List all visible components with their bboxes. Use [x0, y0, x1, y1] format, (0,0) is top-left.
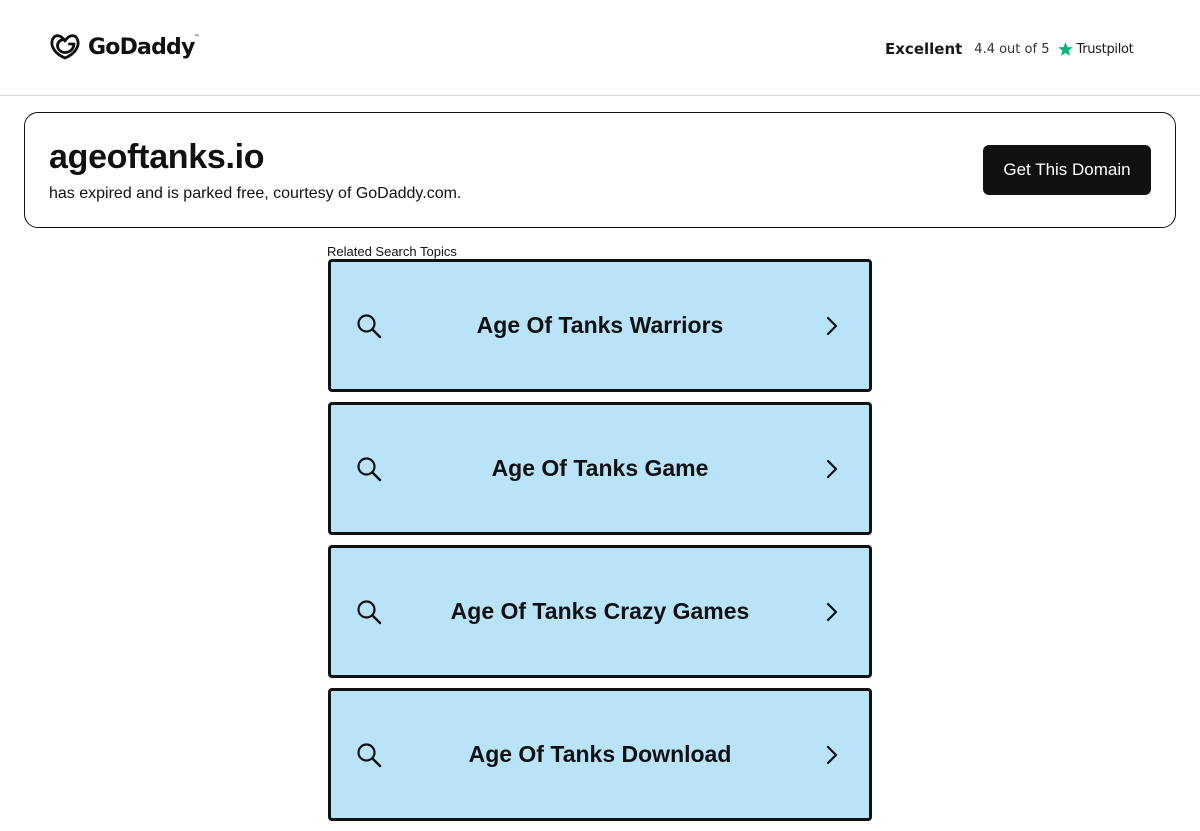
related-topic-item[interactable]: Age Of Tanks Warriors	[328, 259, 872, 392]
chevron-right-icon	[826, 316, 838, 336]
godaddy-logo-icon	[50, 34, 80, 60]
trustpilot-brand: Trustpilot	[1076, 41, 1134, 57]
logo-wordmark: GoDaddy ™	[88, 33, 200, 60]
trustpilot-widget[interactable]: Excellent 4.4 out of 5 Trustpilot	[885, 40, 1134, 58]
site-header: GoDaddy ™ Excellent 4.4 out of 5 Trustpil…	[0, 0, 1200, 96]
related-topic-item[interactable]: Age Of Tanks Crazy Games	[328, 545, 872, 678]
chevron-right-icon	[826, 602, 838, 622]
related-search-label: Related Search Topics	[327, 244, 457, 259]
related-topic-list: Age Of Tanks Warriors Age Of Tanks Game …	[328, 259, 872, 831]
related-topic-item[interactable]: Age Of Tanks Game	[328, 402, 872, 535]
star-icon	[1058, 41, 1074, 56]
domain-status-note: has expired and is parked free, courtesy…	[49, 185, 462, 202]
related-topic-label: Age Of Tanks Crazy Games	[450, 598, 750, 624]
related-topic-item[interactable]: Age Of Tanks Download	[328, 688, 872, 821]
chevron-right-icon	[826, 745, 838, 765]
related-topic-label: Age Of Tanks Game	[491, 455, 709, 481]
godaddy-logo[interactable]: GoDaddy ™	[48, 31, 200, 63]
chevron-right-icon	[826, 459, 838, 479]
logo-trademark: ™	[193, 33, 200, 41]
related-topic-label: Age Of Tanks Warriors	[476, 312, 724, 338]
related-topic-label: Age Of Tanks Download	[468, 741, 732, 767]
trustpilot-score: 4.4 out of 5	[974, 41, 1050, 57]
get-this-domain-button[interactable]: Get This Domain	[983, 145, 1151, 195]
domain-card: ageoftanks.io has expired and is parked …	[24, 112, 1176, 228]
trustpilot-rating: Excellent	[885, 40, 963, 58]
domain-name: ageoftanks.io	[49, 138, 265, 176]
